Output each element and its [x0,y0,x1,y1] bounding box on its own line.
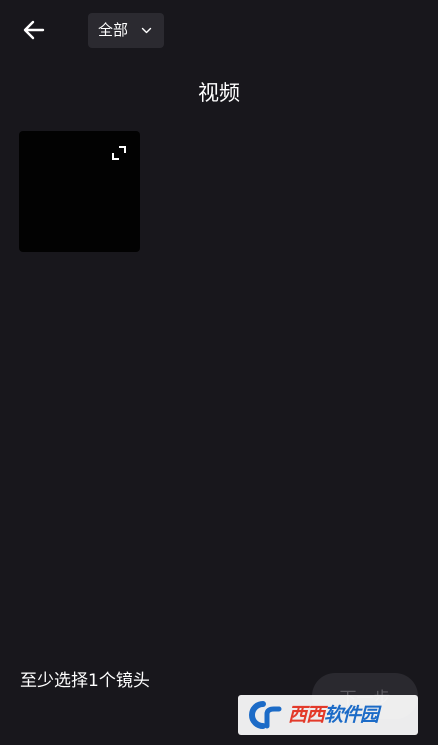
selection-hint: 至少选择1个镜头 [20,671,150,691]
cr-logo-icon [238,695,288,735]
expand-icon[interactable] [112,146,126,160]
back-button[interactable] [14,12,54,48]
watermark-logo: 西西软件园 [238,695,418,735]
page-title: 视频 [198,81,240,105]
watermark-brand-red: 西西 [288,703,325,726]
watermark-brand-blue: 软件园 [324,703,379,726]
filter-selected-label: 全部 [98,21,129,39]
filter-dropdown[interactable]: 全部 [88,13,164,48]
arrow-left-icon [23,20,45,40]
video-thumbnail[interactable] [19,131,140,252]
chevron-down-icon [141,27,152,34]
watermark-text: 西西软件园 [288,703,379,726]
